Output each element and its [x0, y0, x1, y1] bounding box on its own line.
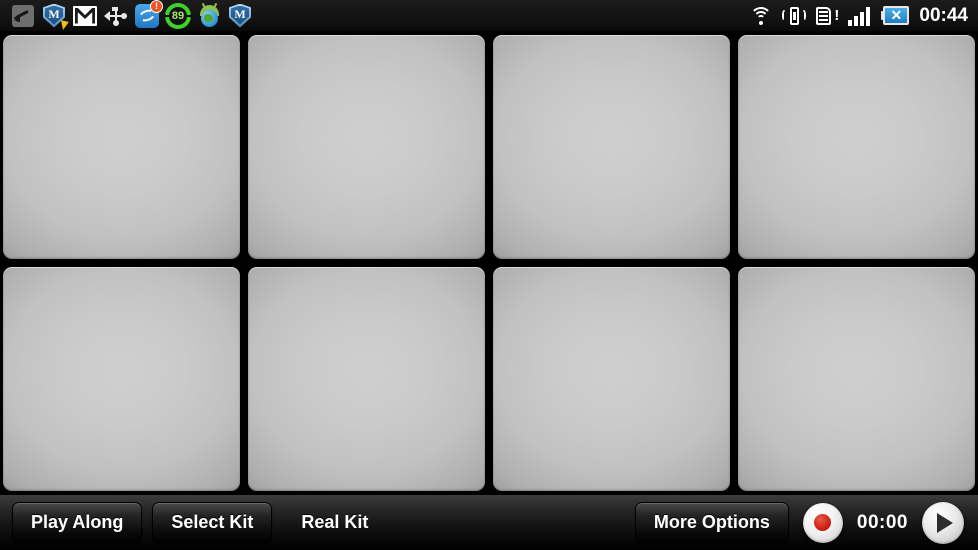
wifi-icon — [748, 3, 774, 29]
sync-app-icon: ! — [134, 0, 163, 29]
drum-pad-6[interactable] — [248, 267, 485, 491]
stylus-icon — [10, 3, 36, 29]
toolbar-right-group: More Options 00:00 — [634, 501, 978, 544]
drum-pad-3[interactable] — [493, 35, 730, 259]
drum-pad-grid — [0, 32, 978, 494]
more-options-button[interactable]: More Options — [634, 502, 789, 543]
sim-alert-icon: ! — [814, 3, 840, 29]
battery-disconnected-icon: ✕ — [880, 3, 912, 29]
toolbar-left-group: Play Along Select Kit Real Kit — [0, 502, 387, 543]
recording-timer: 00:00 — [856, 511, 908, 533]
drum-pad-7[interactable] — [493, 267, 730, 491]
record-button[interactable] — [802, 502, 843, 543]
bolt-icon — [59, 19, 69, 31]
bottom-toolbar: Play Along Select Kit Real Kit More Opti… — [0, 494, 978, 550]
status-bar-left-icons: M ! 89 M — [0, 0, 253, 31]
battery-percent-label: 89 — [169, 6, 187, 25]
play-button[interactable] — [922, 501, 964, 544]
status-bar-right-icons: ! ✕ 00:44 — [748, 3, 978, 29]
mcafee-letter: M — [234, 6, 246, 21]
mcafee-shield-icon: M — [227, 3, 253, 29]
clock-time: 00:44 — [919, 5, 968, 26]
drum-pad-1[interactable] — [3, 35, 240, 259]
select-kit-button[interactable]: Select Kit — [152, 502, 273, 543]
play-icon — [937, 512, 953, 533]
signal-bars-icon — [847, 3, 873, 29]
vibrate-icon — [781, 3, 807, 29]
android-browser-icon — [196, 2, 222, 29]
drum-pad-5[interactable] — [3, 267, 240, 491]
battery-x-label: ✕ — [890, 7, 903, 23]
drum-pad-4[interactable] — [738, 35, 975, 259]
alert-badge: ! — [150, 0, 163, 13]
drum-pad-8[interactable] — [738, 267, 975, 491]
real-kit-button[interactable]: Real Kit — [282, 502, 387, 543]
record-icon — [814, 514, 832, 531]
drum-pad-2[interactable] — [248, 35, 485, 259]
play-along-button[interactable]: Play Along — [12, 502, 143, 543]
drum-machine-app: M ! 89 M ! ✕ 00:44 Play Along Select Kit… — [0, 0, 978, 550]
battery-percent-icon: 89 — [165, 2, 191, 29]
shield-letter: M — [48, 6, 60, 21]
gmail-icon — [72, 3, 98, 29]
sim-alert-label: ! — [834, 6, 840, 24]
status-bar: M ! 89 M ! ✕ 00:44 — [0, 0, 978, 32]
usb-icon — [103, 3, 129, 29]
security-shield-icon: M — [41, 3, 69, 31]
